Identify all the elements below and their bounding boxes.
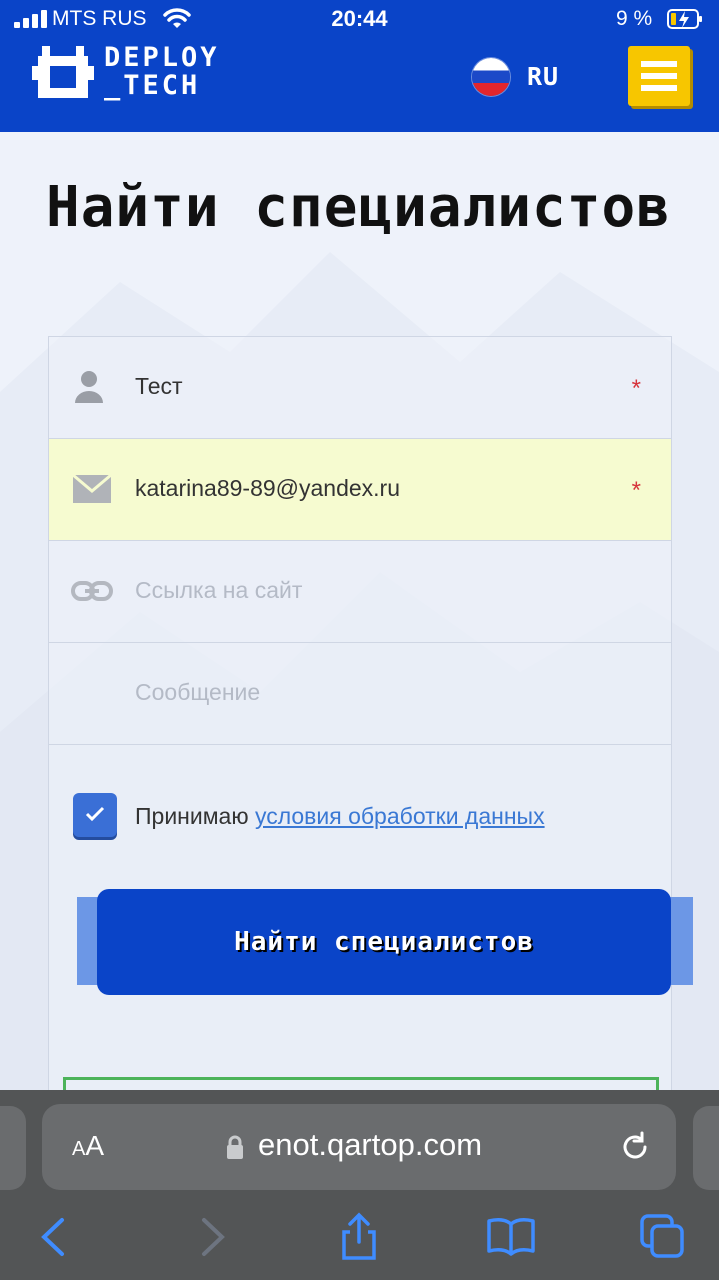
message-textarea[interactable]: Сообщение <box>135 679 260 706</box>
battery-percent: 9 % <box>616 7 653 30</box>
find-specialists-button[interactable]: Найти специалистов <box>97 889 671 995</box>
tabs-icon[interactable] <box>638 1212 688 1262</box>
mail-icon <box>72 473 112 503</box>
pixel-decoration-right <box>669 897 693 985</box>
reader-settings-button[interactable]: AA <box>72 1130 104 1162</box>
url-text: enot.qartop.com <box>258 1127 483 1162</box>
find-specialists-form: Тест * katarina89-89@yandex.ru * Ссылка … <box>48 336 693 1120</box>
link-icon <box>71 581 113 601</box>
logo-text: DEPLOY _TECH <box>104 42 220 101</box>
language-switcher[interactable]: RU <box>527 62 559 91</box>
website-field[interactable]: Ссылка на сайт <box>49 541 671 643</box>
consent-row: Принимаю условия обработки данных <box>73 791 663 841</box>
website-input[interactable]: Ссылка на сайт <box>135 577 302 604</box>
clock: 20:44 <box>331 6 388 31</box>
lock-icon <box>227 1135 243 1159</box>
name-field[interactable]: Тест * <box>49 337 671 439</box>
checkmark-icon <box>85 806 105 822</box>
back-icon[interactable] <box>30 1212 80 1262</box>
address-bar[interactable]: AA enot.qartop.com <box>42 1104 676 1190</box>
consent-label: Принимаю условия обработки данных <box>135 803 545 829</box>
consent-checkbox[interactable] <box>73 793 117 837</box>
share-icon[interactable] <box>334 1212 384 1262</box>
forward-icon[interactable] <box>186 1212 236 1262</box>
hamburger-menu-icon[interactable] <box>628 46 690 106</box>
deploy-tech-logo[interactable]: DEPLOY _TECH <box>30 40 230 104</box>
previous-tab-peek[interactable] <box>0 1106 26 1190</box>
submit-area: Найти специалистов <box>73 889 693 997</box>
required-marker: * <box>631 477 641 504</box>
message-field[interactable]: Сообщение <box>49 643 671 745</box>
user-icon <box>75 371 103 403</box>
page-title: Найти специалистов <box>46 175 671 240</box>
name-input[interactable]: Тест <box>135 373 183 400</box>
logo-mark-icon <box>32 46 94 98</box>
email-field[interactable]: katarina89-89@yandex.ru * <box>49 439 671 541</box>
data-processing-terms-link[interactable]: условия обработки данных <box>255 803 545 829</box>
required-marker: * <box>631 375 641 402</box>
site-header: MTS RUS 20:44 9 % DEPLOY _TECH RU <box>0 0 719 132</box>
browser-toolbar: AA enot.qartop.com <box>0 1090 719 1280</box>
next-tab-peek[interactable] <box>693 1106 719 1190</box>
russia-flag-icon[interactable] <box>472 58 510 96</box>
email-input[interactable]: katarina89-89@yandex.ru <box>135 475 400 502</box>
status-bar: MTS RUS 20:44 9 % <box>0 0 719 40</box>
reload-icon[interactable] <box>618 1130 652 1164</box>
battery-charging-icon <box>667 9 702 29</box>
bookmarks-icon[interactable] <box>486 1212 536 1262</box>
